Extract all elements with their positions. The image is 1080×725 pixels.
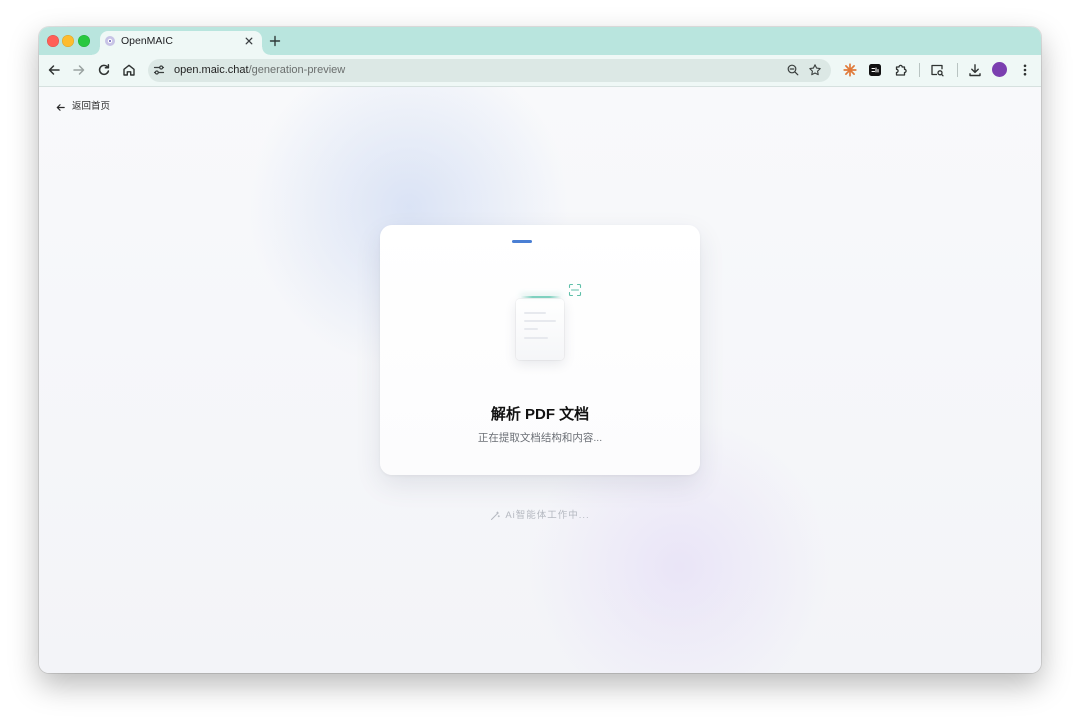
page-content: 返回首页 解析 PDF 文档 正在提取文档结构和内容... Ai智能体工作中..…	[39, 87, 1041, 673]
star-icon[interactable]	[808, 63, 822, 77]
tab-title: OpenMAIC	[121, 35, 173, 47]
arrow-left-icon[interactable]	[46, 62, 62, 78]
window-zoom-button[interactable]	[78, 35, 90, 47]
puzzle-icon[interactable]	[893, 62, 909, 78]
document-text-line	[524, 320, 556, 322]
back-home-link[interactable]: 返回首页	[55, 100, 110, 114]
toolbar-separator	[919, 63, 920, 77]
reload-icon[interactable]	[96, 62, 112, 78]
document-scan-illustration	[516, 299, 564, 360]
avatar-icon[interactable]	[992, 62, 1007, 77]
kebab-menu-icon[interactable]	[1017, 62, 1033, 78]
url-path: /generation-preview	[248, 64, 346, 76]
plus-icon[interactable]	[267, 33, 283, 49]
document-text-line	[524, 312, 546, 314]
agent-status: Ai智能体工作中...	[39, 509, 1041, 523]
download-icon[interactable]	[967, 62, 983, 78]
black-square-extension-icon[interactable]	[867, 62, 883, 78]
document-text-line	[524, 337, 548, 339]
agent-status-label: Ai智能体工作中...	[505, 510, 590, 521]
magic-wand-icon	[490, 511, 501, 521]
progress-step-bar	[512, 240, 532, 243]
tune-icon[interactable]	[152, 63, 166, 77]
tab-strip: OpenMAIC	[39, 27, 1041, 55]
browser-toolbar: open.maic.chat/generation-preview	[39, 55, 1041, 87]
arrow-right-icon[interactable]	[71, 62, 87, 78]
zoom-icon[interactable]	[786, 63, 800, 77]
scan-line	[520, 296, 562, 298]
scan-icon	[568, 283, 582, 297]
window-minimize-button[interactable]	[62, 35, 74, 47]
home-icon[interactable]	[121, 62, 137, 78]
address-bar[interactable]: open.maic.chat/generation-preview	[148, 59, 831, 82]
card-title: 解析 PDF 文档	[490, 406, 590, 423]
openmaic-logo-icon	[104, 35, 116, 47]
document-text-line	[524, 328, 538, 330]
back-home-label: 返回首页	[72, 101, 111, 112]
toolbar-separator	[957, 63, 958, 77]
tab-search-icon[interactable]	[929, 62, 945, 78]
url-text[interactable]: open.maic.chat/generation-preview	[174, 59, 345, 82]
spark-extension-icon[interactable]	[842, 62, 858, 78]
browser-window: OpenMAIC open.maic.chat/generation-previ…	[39, 27, 1041, 673]
arrow-left-icon	[55, 102, 66, 113]
window-close-button[interactable]	[47, 35, 59, 47]
close-icon[interactable]	[243, 35, 255, 47]
url-host: open.maic.chat	[174, 64, 249, 76]
browser-tab-openmaic[interactable]: OpenMAIC	[92, 31, 270, 55]
parsing-card: 解析 PDF 文档 正在提取文档结构和内容...	[380, 225, 700, 475]
card-subtitle: 正在提取文档结构和内容...	[477, 432, 603, 444]
